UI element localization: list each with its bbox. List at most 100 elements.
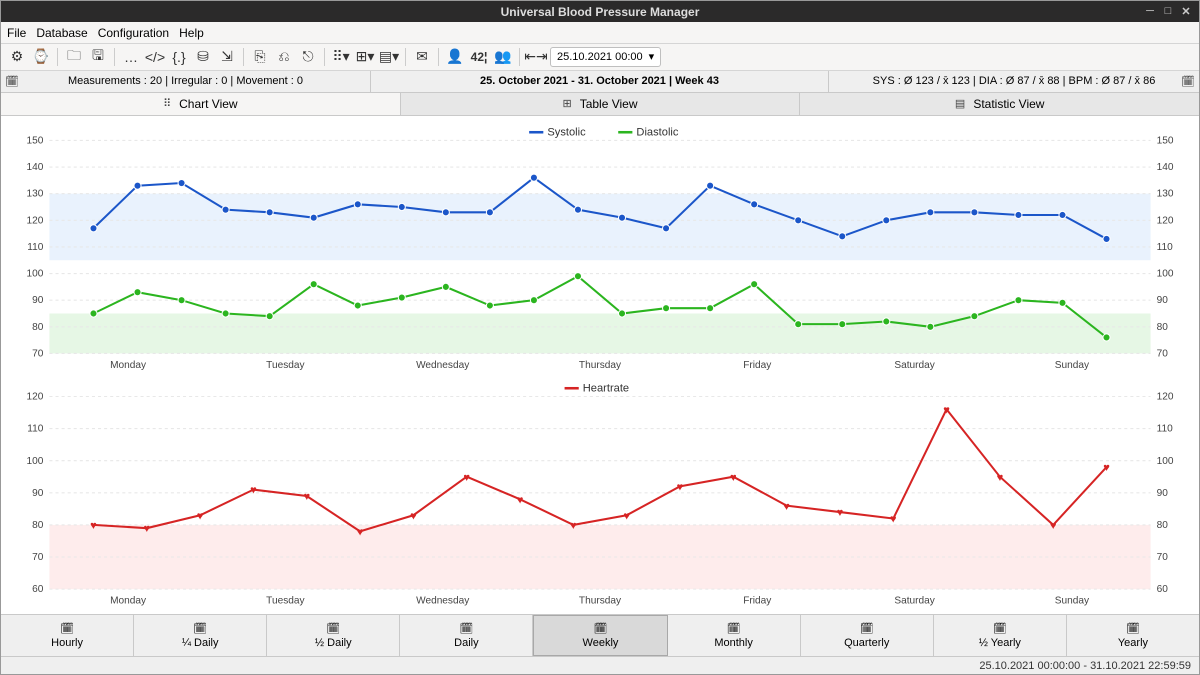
svg-text:70: 70 xyxy=(32,552,44,563)
svg-text:110: 110 xyxy=(27,423,43,434)
import-xml-icon[interactable]: </> xyxy=(145,47,165,67)
tab-label: Statistic View xyxy=(973,97,1044,111)
svg-text:100: 100 xyxy=(26,456,43,467)
export-b-icon[interactable]: ⎌ xyxy=(274,47,294,67)
svg-text:70: 70 xyxy=(32,348,44,359)
range-button-label: ½ Daily xyxy=(315,637,352,649)
view-tabs: ⠿ Chart View ⊞ Table View ▤ Statistic Vi… xyxy=(1,93,1199,116)
window-minimize-button[interactable]: ─ xyxy=(1143,4,1157,18)
range-button-yearly[interactable]: 🗓Yearly xyxy=(1067,615,1199,657)
range-button-monthly[interactable]: 🗓Monthly xyxy=(668,615,801,657)
svg-text:♥: ♥ xyxy=(943,404,950,416)
svg-text:♥: ♥ xyxy=(570,520,577,532)
menubar: File Database Configuration Help xyxy=(1,22,1199,43)
svg-text:Friday: Friday xyxy=(743,360,772,371)
svg-text:100: 100 xyxy=(1157,268,1174,279)
import-json-icon[interactable]: {.} xyxy=(169,47,189,67)
svg-text:Tuesday: Tuesday xyxy=(266,595,305,606)
svg-text:Thursday: Thursday xyxy=(579,360,622,371)
range-button-label: Monthly xyxy=(714,637,753,649)
range-button-label: ½ Yearly xyxy=(979,637,1021,649)
range-button-label: Daily xyxy=(454,637,478,649)
fit-width-icon[interactable]: ⇤⇥ xyxy=(526,47,546,67)
user-icon[interactable]: 👤 xyxy=(445,47,465,67)
menu-help[interactable]: Help xyxy=(179,26,204,40)
svg-text:♥: ♥ xyxy=(677,481,684,493)
toolbar-sep xyxy=(519,48,520,66)
toolbar-sep xyxy=(57,48,58,66)
svg-text:110: 110 xyxy=(1157,423,1173,434)
merge-icon[interactable]: ⇲ xyxy=(217,47,237,67)
stats-summary-label: SYS : Ø 123 / x̄ 123 | DIA : Ø 87 / x̄ 8… xyxy=(873,75,1156,87)
import-csv-icon[interactable]: … xyxy=(121,47,141,67)
window-maximize-button[interactable]: □ xyxy=(1161,4,1175,18)
stats-icon[interactable]: ▤▾ xyxy=(379,47,399,67)
svg-text:♥: ♥ xyxy=(517,494,524,506)
svg-text:110: 110 xyxy=(27,242,43,253)
calendar-icon: 🗓 xyxy=(594,622,608,635)
table-tab-icon: ⊞ xyxy=(562,97,571,110)
svg-text:♥: ♥ xyxy=(1050,520,1057,532)
infobar-left: 🗓 Measurements : 20 | Irregular : 0 | Mo… xyxy=(1,71,371,91)
chart-icon[interactable]: ⠿▾ xyxy=(331,47,351,67)
bp-chart[interactable]: 7070808090901001001101101201201301301401… xyxy=(13,122,1187,378)
toolbar-sep xyxy=(405,48,406,66)
import-db-icon[interactable]: ⛁ xyxy=(193,47,213,67)
svg-text:80: 80 xyxy=(32,520,44,531)
calendar-icon: 🗓 xyxy=(993,622,1007,635)
number-icon[interactable]: 42¦ xyxy=(469,47,489,67)
save-icon[interactable]: 🖫 xyxy=(88,47,108,67)
calendar-icon: 🗓 xyxy=(60,622,74,635)
date-range-label: 25. October 2021 - 31. October 2021 | We… xyxy=(480,75,719,87)
tab-chart-view[interactable]: ⠿ Chart View xyxy=(1,93,401,115)
svg-text:Tuesday: Tuesday xyxy=(266,360,305,371)
range-button-label: Quarterly xyxy=(844,637,889,649)
svg-text:100: 100 xyxy=(1157,456,1174,467)
range-button-weekly[interactable]: 🗓Weekly xyxy=(533,615,667,657)
table-icon[interactable]: ⊞▾ xyxy=(355,47,375,67)
menu-configuration[interactable]: Configuration xyxy=(98,26,169,40)
settings-icon[interactable]: ⚙ xyxy=(7,47,27,67)
range-button-quarterly[interactable]: 🗓Quarterly xyxy=(801,615,934,657)
range-button--daily[interactable]: 🗓½ Daily xyxy=(267,615,400,657)
calendar-left-icon[interactable]: 🗓 xyxy=(5,75,19,88)
heartrate-chart[interactable]: 6060707080809090100100110110120120Monday… xyxy=(13,378,1187,614)
range-button-daily[interactable]: 🗓Daily xyxy=(400,615,533,657)
range-button--yearly[interactable]: 🗓 ½ Yearly xyxy=(934,615,1067,657)
chevron-down-icon: ▾ xyxy=(649,50,655,63)
svg-text:120: 120 xyxy=(26,215,43,226)
svg-text:140: 140 xyxy=(26,162,43,173)
range-button-label: ¼ Daily xyxy=(182,637,219,649)
app-window: Universal Blood Pressure Manager ─ □ ✕ F… xyxy=(0,0,1200,675)
window-close-button[interactable]: ✕ xyxy=(1179,4,1193,18)
calendar-icon: 🗓 xyxy=(193,622,207,635)
range-button--daily[interactable]: 🗓 ¼ Daily xyxy=(134,615,267,657)
svg-text:120: 120 xyxy=(1157,391,1174,402)
menu-database[interactable]: Database xyxy=(36,26,87,40)
export-a-icon[interactable]: ⎘ xyxy=(250,47,270,67)
tab-table-view[interactable]: ⊞ Table View xyxy=(401,93,801,115)
tab-statistic-view[interactable]: ▤ Statistic View xyxy=(800,93,1199,115)
calendar-right-icon[interactable]: 🗓 xyxy=(1181,75,1195,88)
svg-text:140: 140 xyxy=(1157,162,1174,173)
infobar: 🗓 Measurements : 20 | Irregular : 0 | Mo… xyxy=(1,71,1199,92)
svg-text:Friday: Friday xyxy=(743,595,772,606)
open-icon[interactable]: 🗀 xyxy=(64,47,84,67)
svg-text:Diastolic: Diastolic xyxy=(636,126,678,138)
svg-text:♥: ♥ xyxy=(410,510,417,522)
svg-text:Systolic: Systolic xyxy=(547,126,586,138)
mail-icon[interactable]: ✉ xyxy=(412,47,432,67)
toolbar-date-picker[interactable]: 25.10.2021 00:00 ▾ xyxy=(550,47,661,67)
range-button-hourly[interactable]: 🗓Hourly xyxy=(1,615,134,657)
menu-file[interactable]: File xyxy=(7,26,26,40)
svg-text:♥: ♥ xyxy=(143,523,150,535)
export-c-icon[interactable]: ⎋ xyxy=(298,47,318,67)
svg-text:♥: ♥ xyxy=(783,501,790,513)
svg-text:♥: ♥ xyxy=(997,472,1004,484)
svg-text:150: 150 xyxy=(1157,135,1174,146)
users-icon[interactable]: 👥 xyxy=(493,47,513,67)
watch-icon[interactable]: ⌚ xyxy=(31,47,51,67)
svg-text:60: 60 xyxy=(1157,584,1169,595)
svg-text:70: 70 xyxy=(1157,552,1169,563)
svg-text:♥: ♥ xyxy=(463,472,470,484)
